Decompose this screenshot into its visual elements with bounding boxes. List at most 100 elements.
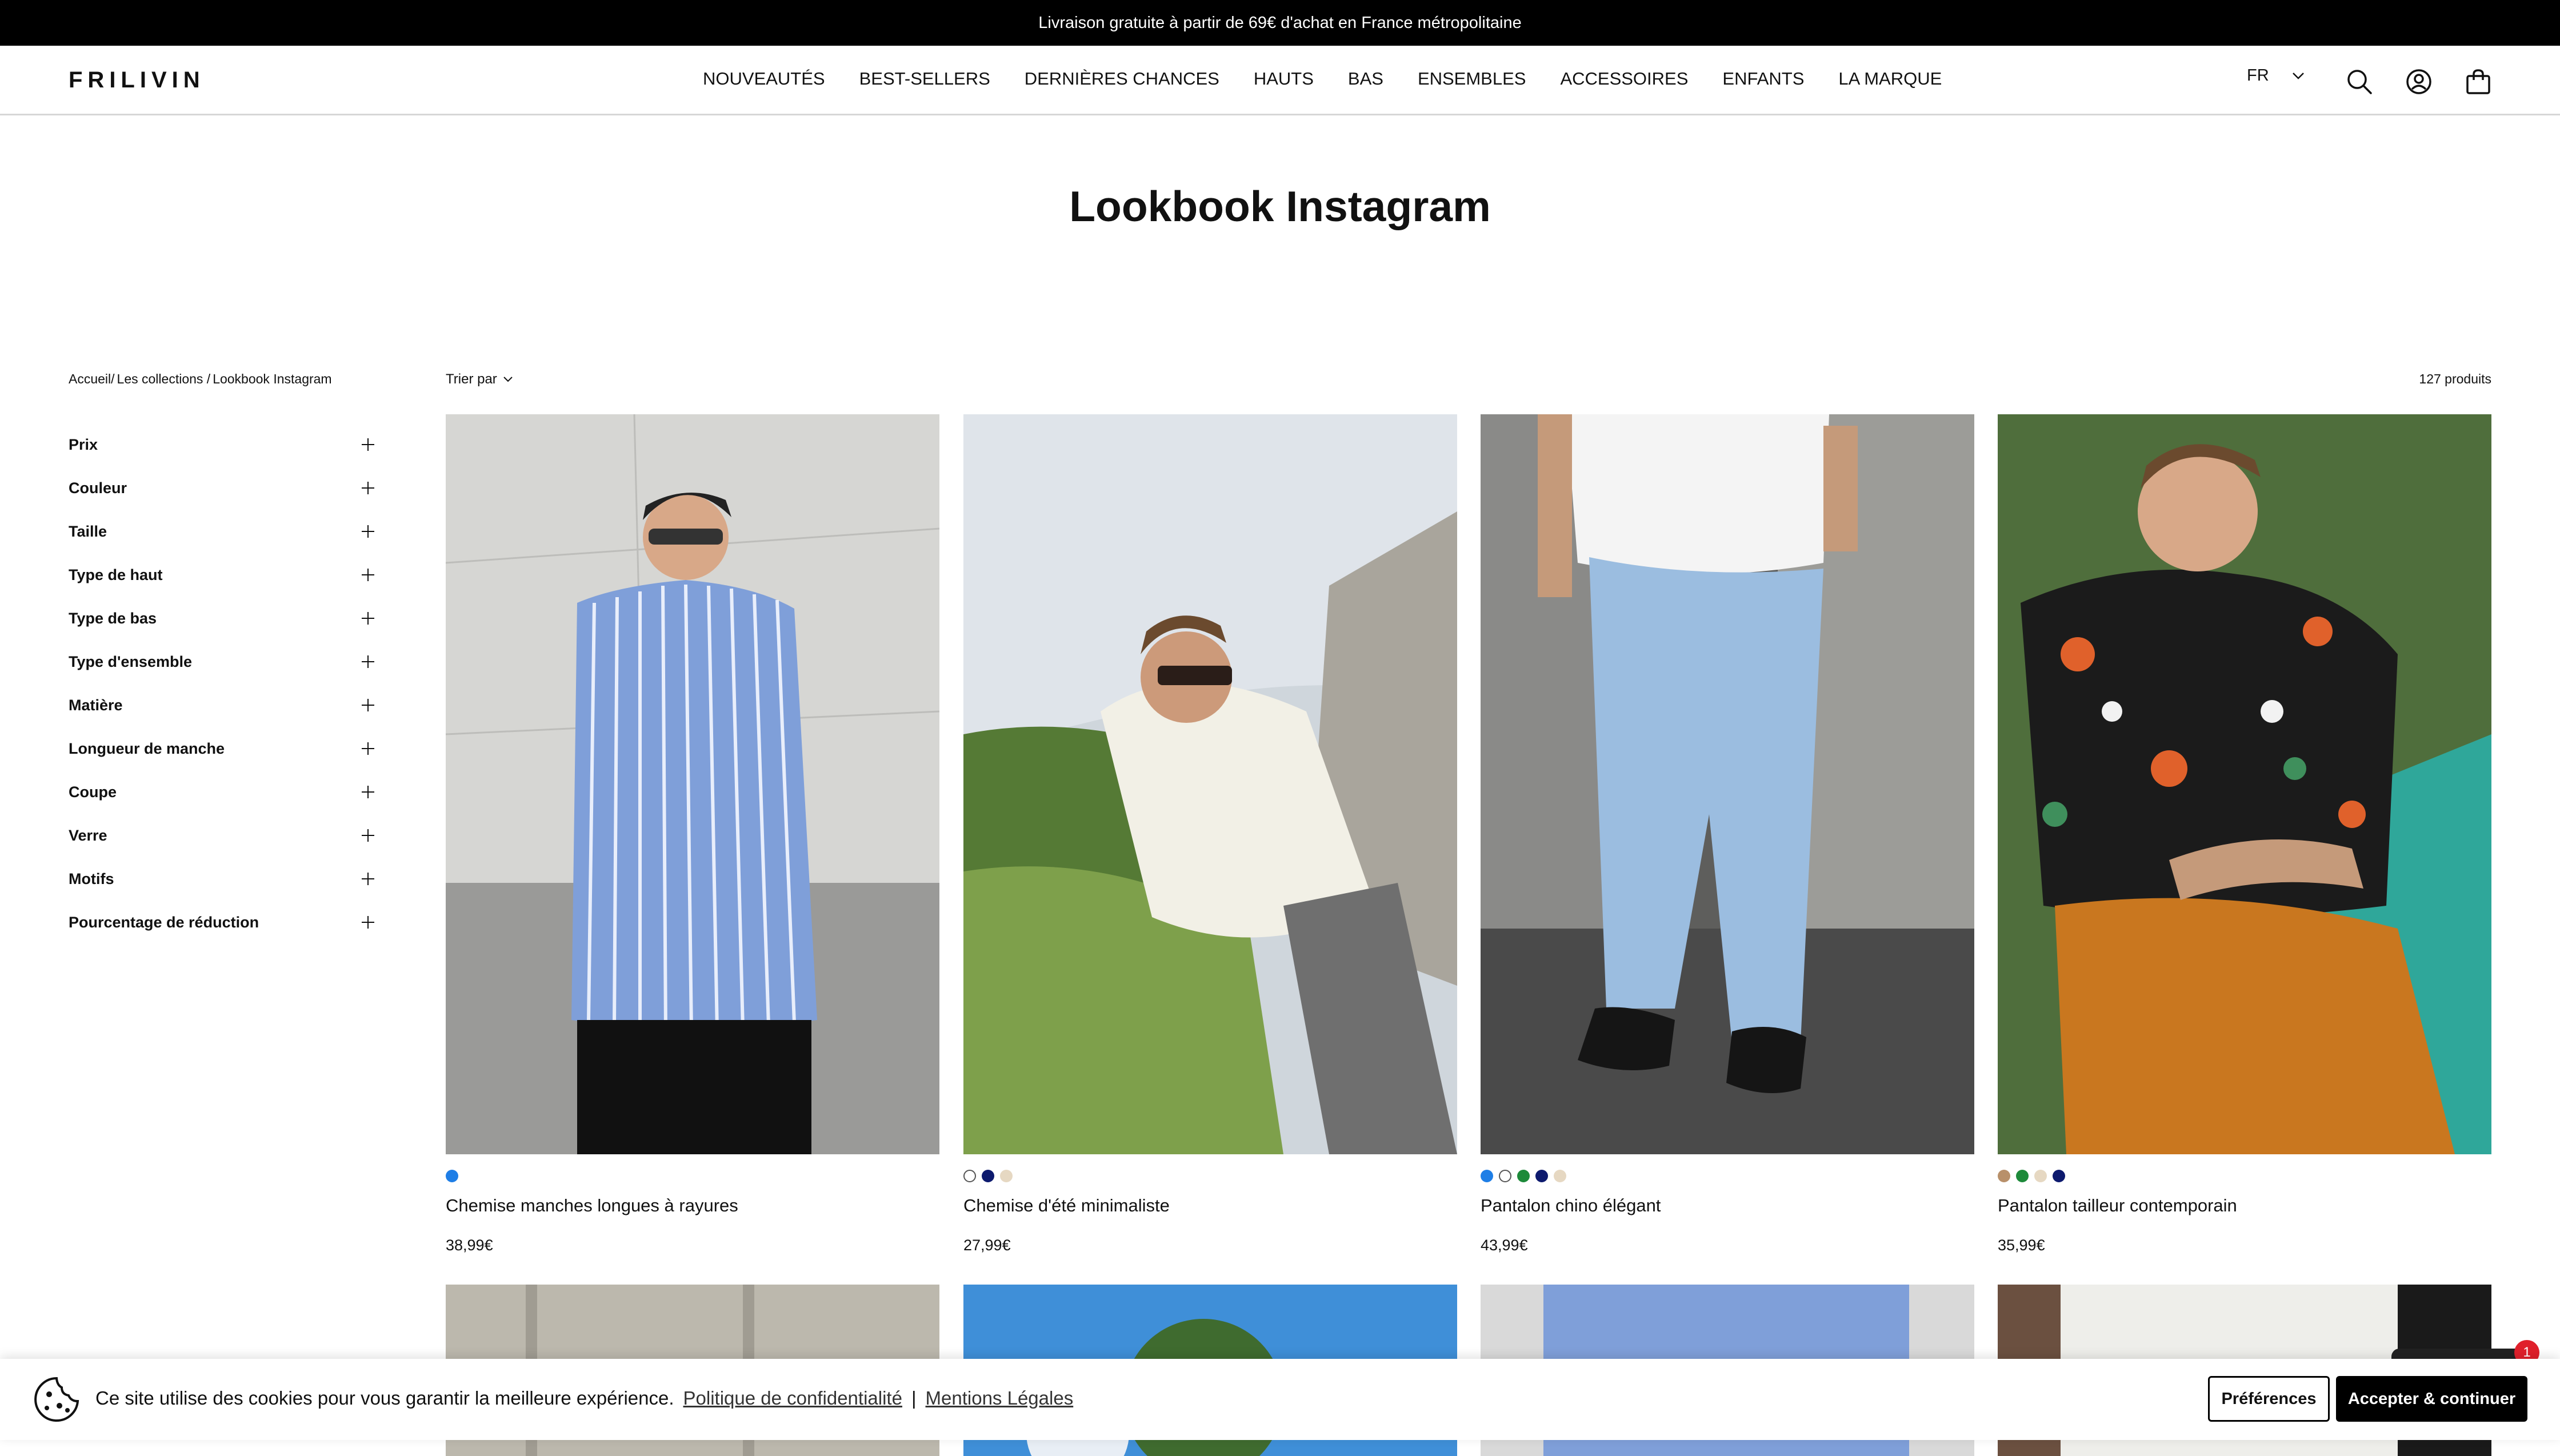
color-swatch[interactable] bbox=[446, 1170, 458, 1182]
product-name[interactable]: Pantalon chino élégant bbox=[1481, 1195, 1974, 1216]
filter-motifs[interactable]: Motifs bbox=[69, 857, 374, 901]
color-swatch[interactable] bbox=[1499, 1170, 1511, 1182]
filter-matiere[interactable]: Matière bbox=[69, 683, 374, 727]
accept-continue-button[interactable]: Accepter & continuer bbox=[2336, 1376, 2527, 1422]
product-image[interactable] bbox=[1481, 414, 1974, 1154]
nav-item-hauts[interactable]: HAUTS bbox=[1254, 69, 1314, 89]
plus-icon bbox=[362, 873, 374, 885]
color-swatches bbox=[1481, 1170, 1974, 1183]
page-title: Lookbook Instagram bbox=[1069, 182, 1491, 230]
main-nav: NOUVEAUTÉS BEST-SELLERS DERNIÈRES CHANCE… bbox=[703, 69, 1942, 89]
product-card: Chemise manches longues à rayures 38,99€ bbox=[446, 414, 939, 1254]
product-image[interactable] bbox=[963, 414, 1457, 1154]
filter-couleur[interactable]: Couleur bbox=[69, 466, 374, 510]
cookie-banner: Ce site utilise des cookies pour vous ga… bbox=[0, 1359, 2560, 1440]
filter-label: Type de bas bbox=[69, 609, 157, 627]
privacy-policy-link[interactable]: Politique de confidentialité bbox=[683, 1387, 902, 1409]
account-icon[interactable] bbox=[2405, 67, 2433, 96]
filter-type-de-haut[interactable]: Type de haut bbox=[69, 553, 374, 597]
color-swatch[interactable] bbox=[963, 1170, 976, 1182]
nav-item-nouveautes[interactable]: NOUVEAUTÉS bbox=[703, 69, 825, 89]
chevron-down-icon bbox=[503, 377, 513, 382]
filter-label: Taille bbox=[69, 522, 107, 540]
announcement-text: Livraison gratuite à partir de 69€ d'ach… bbox=[1038, 13, 1522, 32]
language-selector[interactable]: FR bbox=[2247, 66, 2305, 85]
filter-pourcentage-de-reduction[interactable]: Pourcentage de réduction bbox=[69, 901, 374, 944]
filter-label: Verre bbox=[69, 826, 107, 844]
plus-icon bbox=[362, 655, 374, 668]
color-swatch[interactable] bbox=[1481, 1170, 1493, 1182]
product-name[interactable]: Chemise manches longues à rayures bbox=[446, 1195, 939, 1216]
filter-label: Couleur bbox=[69, 479, 127, 497]
legal-notice-link[interactable]: Mentions Légales bbox=[926, 1387, 1074, 1409]
product-price: 38,99€ bbox=[446, 1237, 493, 1254]
filter-prix[interactable]: Prix bbox=[69, 423, 374, 466]
color-swatches bbox=[1998, 1170, 2491, 1183]
sort-label: Trier par bbox=[446, 371, 497, 387]
breadcrumb-home[interactable]: Accueil/ bbox=[69, 371, 115, 387]
site-header: FRILIVIN NOUVEAUTÉS BEST-SELLERS DERNIÈR… bbox=[0, 46, 2560, 115]
product-name[interactable]: Pantalon tailleur contemporain bbox=[1998, 1195, 2491, 1216]
product-name[interactable]: Chemise d'été minimaliste bbox=[963, 1195, 1457, 1216]
plus-icon bbox=[362, 699, 374, 711]
preferences-button[interactable]: Préférences bbox=[2208, 1376, 2330, 1422]
product-price: 35,99€ bbox=[1998, 1237, 2045, 1254]
chevron-down-icon bbox=[2292, 72, 2304, 79]
filter-coupe[interactable]: Coupe bbox=[69, 770, 374, 814]
color-swatch[interactable] bbox=[1554, 1170, 1566, 1182]
filter-taille[interactable]: Taille bbox=[69, 510, 374, 553]
cookie-icon bbox=[34, 1377, 79, 1422]
plus-icon bbox=[362, 569, 374, 581]
color-swatch[interactable] bbox=[2034, 1170, 2047, 1182]
color-swatch[interactable] bbox=[2053, 1170, 2065, 1182]
color-swatch[interactable] bbox=[1517, 1170, 1530, 1182]
product-price: 43,99€ bbox=[1481, 1237, 1528, 1254]
filter-verre[interactable]: Verre bbox=[69, 814, 374, 857]
cart-icon[interactable] bbox=[2464, 67, 2493, 96]
nav-item-enfants[interactable]: ENFANTS bbox=[1722, 69, 1804, 89]
nav-item-best-sellers[interactable]: BEST-SELLERS bbox=[859, 69, 990, 89]
nav-item-ensembles[interactable]: ENSEMBLES bbox=[1418, 69, 1526, 89]
breadcrumb-current: Lookbook Instagram bbox=[213, 371, 332, 386]
color-swatch[interactable] bbox=[1535, 1170, 1548, 1182]
breadcrumb-collections[interactable]: Les collections / bbox=[117, 371, 211, 387]
cookie-message: Ce site utilise des cookies pour vous ga… bbox=[95, 1387, 1073, 1409]
cookie-text: Ce site utilise des cookies pour vous ga… bbox=[95, 1387, 674, 1409]
product-card: Chemise d'été minimaliste 27,99€ bbox=[963, 414, 1457, 1254]
color-swatch[interactable] bbox=[982, 1170, 994, 1182]
filter-label: Prix bbox=[69, 435, 98, 453]
product-card: Pantalon chino élégant 43,99€ bbox=[1481, 414, 1974, 1254]
filter-label: Type de haut bbox=[69, 566, 163, 583]
language-label: FR bbox=[2247, 66, 2269, 85]
color-swatches bbox=[963, 1170, 1457, 1183]
product-image[interactable] bbox=[1998, 414, 2491, 1154]
plus-icon bbox=[362, 482, 374, 494]
plus-icon bbox=[362, 829, 374, 842]
color-swatch[interactable] bbox=[1998, 1170, 2010, 1182]
search-icon[interactable] bbox=[2345, 67, 2374, 96]
filter-type-d-ensemble[interactable]: Type d'ensemble bbox=[69, 640, 374, 683]
filter-label: Longueur de manche bbox=[69, 739, 225, 757]
filter-label: Matière bbox=[69, 696, 123, 714]
nav-item-la-marque[interactable]: LA MARQUE bbox=[1838, 69, 1942, 89]
color-swatch[interactable] bbox=[2016, 1170, 2029, 1182]
filter-label: Type d'ensemble bbox=[69, 653, 192, 670]
nav-item-accessoires[interactable]: ACCESSOIRES bbox=[1560, 69, 1688, 89]
plus-icon bbox=[362, 525, 374, 538]
color-swatches bbox=[446, 1170, 939, 1183]
plus-icon bbox=[362, 786, 374, 798]
product-image[interactable] bbox=[446, 414, 939, 1154]
nav-item-dernieres-chances[interactable]: DERNIÈRES CHANCES bbox=[1025, 69, 1219, 89]
sort-dropdown[interactable]: Trier par bbox=[446, 371, 513, 387]
plus-icon bbox=[362, 916, 374, 929]
plus-icon bbox=[362, 612, 374, 625]
color-swatch[interactable] bbox=[1000, 1170, 1013, 1182]
product-price: 27,99€ bbox=[963, 1237, 1011, 1254]
announcement-bar: Livraison gratuite à partir de 69€ d'ach… bbox=[0, 0, 2560, 46]
brand-logo[interactable]: FRILIVIN bbox=[69, 67, 205, 93]
plus-icon bbox=[362, 742, 374, 755]
filter-label: Pourcentage de réduction bbox=[69, 913, 259, 931]
filter-type-de-bas[interactable]: Type de bas bbox=[69, 597, 374, 640]
filter-longueur-de-manche[interactable]: Longueur de manche bbox=[69, 727, 374, 770]
nav-item-bas[interactable]: BAS bbox=[1348, 69, 1383, 89]
